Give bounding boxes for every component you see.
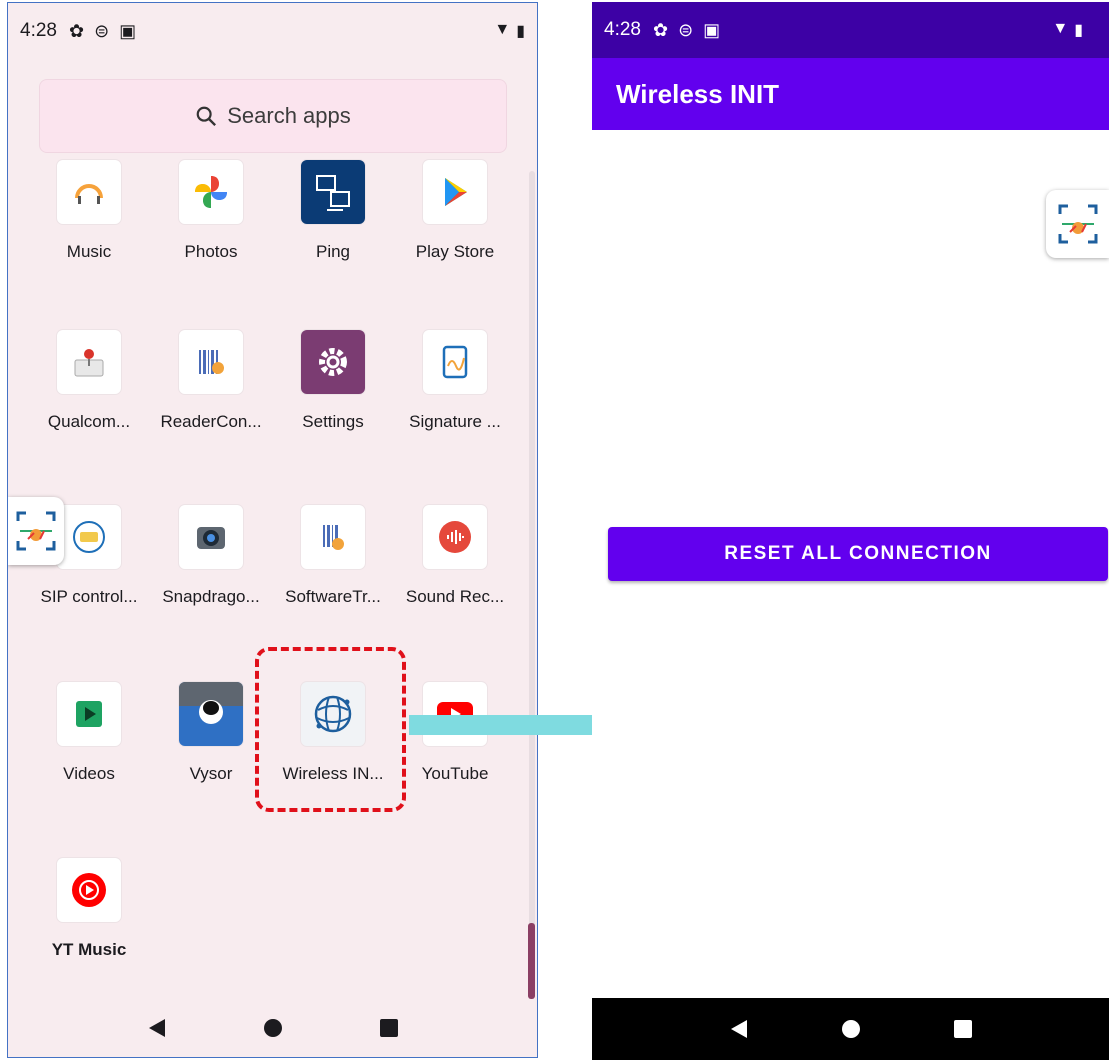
sound-recorder-icon bbox=[423, 505, 487, 569]
reset-all-connection-button[interactable]: RESET ALL CONNECTION bbox=[608, 527, 1108, 581]
app-label: ReaderCon... bbox=[160, 412, 262, 431]
app-label: Qualcom... bbox=[47, 412, 131, 431]
screenshot-icon: ▣ bbox=[703, 19, 721, 40]
screenshot-icon: ▣ bbox=[119, 20, 137, 41]
navigation-bar bbox=[592, 998, 1109, 1060]
recents-icon[interactable] bbox=[953, 1019, 973, 1039]
highlight-box bbox=[255, 647, 406, 812]
status-bar: 4:28 ✿ ⊜ ▣ ▼ ▮ bbox=[8, 3, 537, 59]
app-label: Photos bbox=[184, 242, 238, 261]
yt-music-icon bbox=[57, 858, 121, 922]
floating-scanner-icon[interactable] bbox=[8, 497, 64, 565]
app-label: SoftwareTr... bbox=[285, 587, 381, 606]
keyboard-icon bbox=[57, 505, 121, 569]
app-label: Music bbox=[66, 242, 112, 261]
app-drawer-screen: 4:28 ✿ ⊜ ▣ ▼ ▮ Search apps Music Photos … bbox=[7, 2, 538, 1058]
app-qualcomm[interactable]: Qualcom... bbox=[28, 330, 150, 432]
status-bar: 4:28 ✿ ⊜ ▣ ▼ ▮ bbox=[592, 2, 1109, 58]
app-play-store[interactable]: Play Store bbox=[394, 160, 516, 262]
status-time: 4:28 bbox=[604, 19, 641, 40]
search-apps-bar[interactable]: Search apps bbox=[39, 79, 507, 153]
photos-icon bbox=[179, 160, 243, 224]
app-snapdragon[interactable]: Snapdrago... bbox=[150, 505, 272, 607]
videos-icon bbox=[57, 682, 121, 746]
app-label: Videos bbox=[63, 764, 115, 783]
app-readerconfig[interactable]: ReaderCon... bbox=[150, 330, 272, 432]
app-settings[interactable]: Settings bbox=[272, 330, 394, 432]
app-vysor[interactable]: Vysor bbox=[150, 682, 272, 784]
search-icon bbox=[196, 106, 217, 127]
sim-icon: ⊜ bbox=[94, 20, 110, 41]
vysor-icon bbox=[179, 682, 243, 746]
app-sound-recorder[interactable]: Sound Rec... bbox=[394, 505, 516, 607]
home-icon[interactable] bbox=[841, 1019, 861, 1039]
battery-icon: ▮ bbox=[516, 23, 525, 40]
app-label: Signature ... bbox=[409, 412, 501, 431]
wireless-init-screen: 4:28 ✿ ⊜ ▣ ▼ ▮ Wireless INIT RESET ALL C… bbox=[592, 2, 1109, 1060]
settings-gear-icon: ✿ bbox=[652, 19, 669, 40]
app-signature[interactable]: Signature ... bbox=[394, 330, 516, 432]
settings-icon bbox=[301, 330, 365, 394]
app-label: Play Store bbox=[415, 242, 495, 261]
app-label: Sound Rec... bbox=[405, 587, 505, 606]
app-label: SIP control... bbox=[40, 587, 138, 606]
scroll-track bbox=[529, 171, 535, 991]
sim-icon: ⊜ bbox=[678, 19, 694, 40]
status-time: 4:28 bbox=[20, 20, 57, 41]
app-ping[interactable]: Ping bbox=[272, 160, 394, 262]
app-yt-music[interactable]: YT Music bbox=[28, 858, 150, 960]
ping-icon bbox=[301, 160, 365, 224]
navigation-bar bbox=[8, 999, 537, 1057]
search-placeholder: Search apps bbox=[227, 103, 351, 128]
floating-scanner-icon[interactable] bbox=[1046, 190, 1109, 258]
settings-gear-icon: ✿ bbox=[68, 20, 85, 41]
software-trigger-icon bbox=[301, 505, 365, 569]
signature-icon bbox=[423, 330, 487, 394]
barcode-reader-icon bbox=[179, 330, 243, 394]
scrollbar-thumb[interactable] bbox=[528, 923, 535, 999]
app-label: YouTube bbox=[421, 764, 489, 783]
app-photos[interactable]: Photos bbox=[150, 160, 272, 262]
app-label: Ping bbox=[315, 242, 351, 261]
app-softwaretrigger[interactable]: SoftwareTr... bbox=[272, 505, 394, 607]
wifi-icon: ▼ bbox=[1052, 20, 1069, 37]
home-icon[interactable] bbox=[263, 1018, 283, 1038]
back-icon[interactable] bbox=[146, 1017, 168, 1039]
app-bar: Wireless INIT bbox=[592, 58, 1109, 130]
wifi-icon: ▼ bbox=[494, 21, 511, 38]
recents-icon[interactable] bbox=[379, 1018, 399, 1038]
camera-icon bbox=[179, 505, 243, 569]
play-store-icon bbox=[423, 160, 487, 224]
qualcomm-icon bbox=[57, 330, 121, 394]
app-label: Vysor bbox=[189, 764, 233, 783]
app-videos[interactable]: Videos bbox=[28, 682, 150, 784]
battery-icon: ▮ bbox=[1074, 22, 1083, 39]
app-label: Snapdrago... bbox=[162, 587, 260, 606]
app-label: YT Music bbox=[51, 940, 127, 959]
back-icon[interactable] bbox=[728, 1018, 750, 1040]
app-title: Wireless INIT bbox=[616, 78, 780, 109]
app-music[interactable]: Music bbox=[28, 160, 150, 262]
app-label: Settings bbox=[302, 412, 364, 431]
music-icon bbox=[57, 160, 121, 224]
